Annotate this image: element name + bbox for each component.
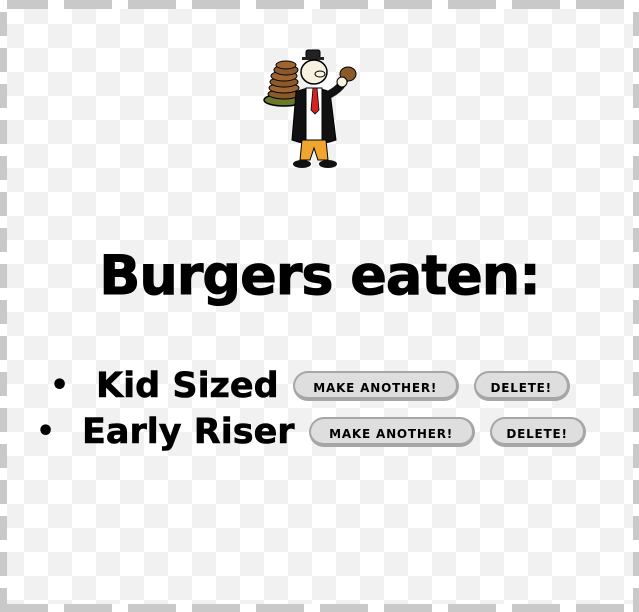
burger-name: Early Riser bbox=[82, 412, 295, 453]
make-another-button[interactable]: MAKE ANOTHER! bbox=[308, 417, 475, 447]
burger-mascot-illustration bbox=[262, 44, 366, 172]
page-title: Burgers eaten: bbox=[99, 244, 542, 308]
border-pattern-bottom bbox=[0, 604, 639, 612]
delete-button[interactable]: DELETE! bbox=[489, 417, 586, 447]
border-pattern-top bbox=[0, 0, 639, 9]
list-item: • Early Riser MAKE ANOTHER! DELETE! bbox=[36, 410, 586, 454]
bullet-icon: • bbox=[50, 368, 70, 403]
make-another-button[interactable]: MAKE ANOTHER! bbox=[292, 371, 459, 401]
burger-name: Kid Sized bbox=[96, 366, 279, 407]
bullet-icon: • bbox=[36, 414, 56, 449]
delete-button[interactable]: DELETE! bbox=[473, 371, 570, 401]
list-item: • Kid Sized MAKE ANOTHER! DELETE! bbox=[50, 364, 570, 408]
